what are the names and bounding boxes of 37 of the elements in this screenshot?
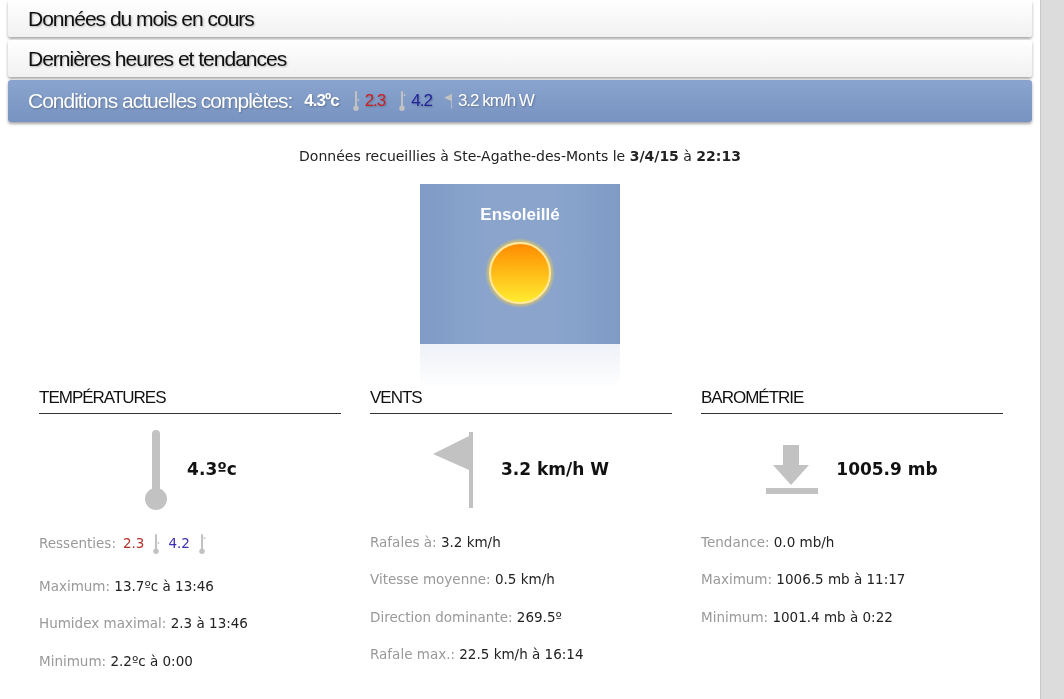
thermometer-icon bbox=[143, 429, 170, 510]
field-line: Vitesse moyenne: 0.5 km/h bbox=[370, 571, 555, 588]
feels-like-value: 2.3 bbox=[122, 534, 145, 553]
section-title: VENTS bbox=[370, 385, 672, 414]
field-label: Ressenties: bbox=[39, 534, 116, 553]
section-title: TEMPÉRATURES bbox=[39, 385, 341, 414]
thermometer-icon bbox=[151, 533, 162, 554]
thermometer-icon bbox=[350, 91, 361, 111]
main-reading: 4.3ºc bbox=[187, 457, 237, 481]
field-line: Direction dominante: 269.5º bbox=[370, 608, 562, 625]
accordion-header[interactable]: Dernières heures et tendances bbox=[8, 40, 1032, 77]
main-reading: 1005.9 mb bbox=[836, 457, 938, 481]
field-line: Maximum: 13.7ºc à 13:46 bbox=[39, 577, 214, 594]
section-title: BAROMÉTRIE bbox=[701, 385, 1003, 414]
sun-icon bbox=[485, 237, 555, 308]
condition-label: Ensoleillé bbox=[480, 204, 560, 226]
field-line: Rafales à: 3.2 km/h bbox=[370, 533, 501, 550]
wind-reading: 3.2 km/h W bbox=[457, 90, 534, 113]
temperature-reading: 4.3ºc bbox=[304, 90, 339, 113]
record-line: Données recueillies à Ste-Agathe-des-Monts le 3/4/15 à 22:13 bbox=[298, 147, 742, 166]
feels-like-reading: 2.3 bbox=[364, 90, 386, 113]
down-arrow-icon bbox=[766, 444, 819, 495]
thermometer-icon bbox=[397, 91, 408, 111]
accordion-header[interactable]: Conditions actuelles complètes: 4.3ºc 2.3 4.2 3.2 km/h W bbox=[8, 80, 1032, 122]
field-line: Minimum: 1001.4 mb à 0:22 bbox=[701, 608, 893, 625]
accordion-header[interactable]: Données du mois en cours bbox=[8, 0, 1032, 37]
field-line: Maximum: 1006.5 mb à 11:17 bbox=[701, 571, 906, 588]
field-line: Humidex maximal: 2.3 à 13:46 bbox=[39, 615, 248, 632]
feels-like-value: 4.2 bbox=[168, 534, 190, 553]
field-line: Tendance: 0.0 mb/h bbox=[701, 533, 835, 550]
thermometer-icon bbox=[196, 533, 207, 554]
main-reading: 3.2 km/h W bbox=[500, 457, 609, 481]
feels-like-reading: 4.2 bbox=[411, 90, 432, 113]
scrollbar[interactable] bbox=[1040, 0, 1064, 699]
flag-icon bbox=[443, 93, 454, 109]
field-line: Rafale max.: 22.5 km/h à 16:14 bbox=[370, 646, 584, 663]
field-line: Minimum: 2.2ºc à 0:00 bbox=[39, 652, 193, 669]
